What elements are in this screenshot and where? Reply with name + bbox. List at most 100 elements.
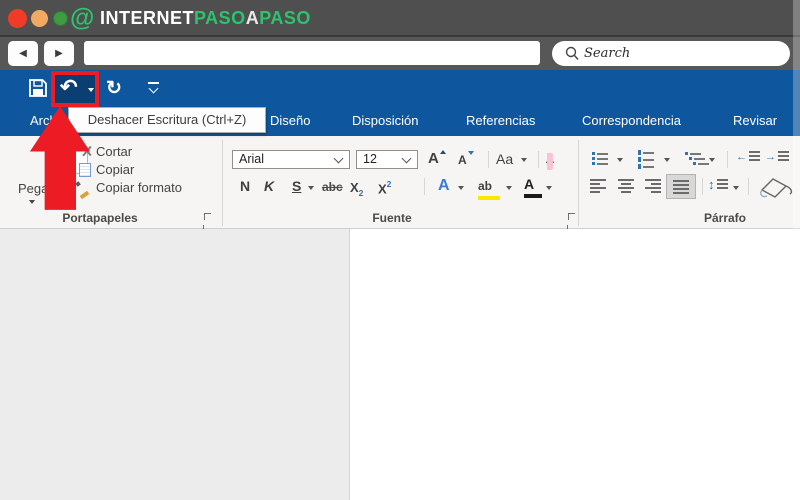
increase-indent-icon: → xyxy=(765,150,776,163)
line-spacing-icon: ↕ xyxy=(708,177,715,192)
highlight-button[interactable]: ab xyxy=(478,177,500,200)
indent-lines xyxy=(778,151,789,163)
redo-icon[interactable]: ↻ xyxy=(106,76,122,102)
grow-font-button[interactable]: A xyxy=(428,150,439,167)
search-placeholder: Search xyxy=(584,46,631,61)
superscript-button[interactable]: X2 xyxy=(378,179,391,198)
small-divider xyxy=(748,178,749,195)
font-size-combo[interactable]: 12 xyxy=(356,150,418,169)
subscript-x: X xyxy=(350,180,359,195)
font-color-button[interactable]: A xyxy=(524,176,542,198)
search-field[interactable]: Search xyxy=(552,41,790,66)
small-divider xyxy=(538,151,539,168)
format-painter-label[interactable]: Copiar formato xyxy=(96,180,182,195)
align-right-icon[interactable] xyxy=(645,179,661,195)
highlight-caret-icon[interactable] xyxy=(506,186,512,190)
increase-indent-button[interactable]: → xyxy=(765,151,789,163)
font-color-caret-icon[interactable] xyxy=(546,186,552,190)
line-spacing-caret-icon[interactable] xyxy=(733,186,739,190)
text-effects-button[interactable]: A xyxy=(438,177,450,195)
tab-diseno[interactable]: Diseño xyxy=(270,106,310,136)
numbered-list-caret-icon[interactable] xyxy=(664,158,670,162)
clipboard-group-label: Portapapeles xyxy=(62,211,138,225)
font-group-label: Fuente xyxy=(372,211,412,225)
numbered-list-icon[interactable] xyxy=(638,150,654,171)
save-icon[interactable] xyxy=(27,77,49,99)
logo-word-paso2: PASO xyxy=(259,8,311,28)
search-icon xyxy=(565,46,579,60)
superscript-x: X xyxy=(378,181,387,197)
shrink-font-caret-icon xyxy=(468,151,474,155)
highlight-color-bar xyxy=(478,196,500,200)
tab-disposicion[interactable]: Disposición xyxy=(352,106,418,136)
group-divider xyxy=(222,140,223,226)
font-color-bar xyxy=(524,194,542,198)
align-center-icon[interactable] xyxy=(618,179,634,195)
group-divider xyxy=(578,140,579,226)
tab-referencias[interactable]: Referencias xyxy=(466,106,535,136)
font-color-letter: A xyxy=(524,176,535,192)
tab-correspondencia[interactable]: Correspondencia xyxy=(582,106,681,136)
document-page[interactable] xyxy=(350,229,800,500)
superscript-digit: 2 xyxy=(386,179,392,189)
cut-label[interactable]: Cortar xyxy=(96,144,132,159)
multilevel-list-icon[interactable] xyxy=(685,152,709,167)
paste-dropdown-caret[interactable] xyxy=(29,200,35,204)
line-spacing-lines xyxy=(716,178,728,191)
browser-title-bar: @ INTERNETPASOAPASO xyxy=(0,0,800,37)
indent-lines xyxy=(749,151,760,163)
text-effects-caret-icon[interactable] xyxy=(458,186,464,190)
shading-bucket-icon[interactable] xyxy=(758,175,800,199)
align-left-icon[interactable] xyxy=(590,179,606,195)
undo-tooltip: Deshacer Escritura (Ctrl+Z) xyxy=(68,107,266,133)
grow-font-caret-icon xyxy=(440,150,446,154)
decrease-indent-icon: ← xyxy=(736,150,747,163)
highlight-letters: ab xyxy=(478,179,493,193)
bullet-list-icon[interactable] xyxy=(592,152,608,167)
document-margin-area xyxy=(0,229,350,500)
justify-button-selected[interactable] xyxy=(666,174,696,199)
site-logo: INTERNETPASOAPASO xyxy=(100,0,311,37)
italic-button[interactable]: K xyxy=(264,178,274,194)
font-name-value: Arial xyxy=(239,152,265,166)
forward-button[interactable]: ▶ xyxy=(44,41,74,66)
undo-tooltip-text: Deshacer Escritura (Ctrl+Z) xyxy=(87,112,247,127)
window-close-dot[interactable] xyxy=(8,9,27,28)
font-name-combo[interactable]: Arial xyxy=(232,150,350,169)
underline-caret-icon[interactable] xyxy=(308,186,314,190)
highlight-rectangle xyxy=(51,71,99,107)
subscript-button[interactable]: X2 xyxy=(350,179,363,198)
logo-word-a: A xyxy=(245,8,260,28)
tab-revisar[interactable]: Revisar xyxy=(733,106,777,136)
multilevel-list-caret-icon[interactable] xyxy=(709,158,715,162)
change-case-button[interactable]: Aa xyxy=(496,151,513,167)
small-divider xyxy=(702,178,703,195)
logo-word-internet: INTERNET xyxy=(100,8,194,28)
window-zoom-dot[interactable] xyxy=(53,11,68,26)
window-minimize-dot[interactable] xyxy=(31,10,48,27)
strikethrough-button[interactable]: abc xyxy=(322,180,343,194)
decrease-indent-button[interactable]: ← xyxy=(736,151,760,163)
bullet-list-caret-icon[interactable] xyxy=(617,158,623,162)
customize-qat-icon[interactable] xyxy=(148,82,159,94)
paragraph-group-label: Párrafo xyxy=(703,211,747,225)
back-icon: ◀ xyxy=(19,48,27,59)
change-case-caret-icon[interactable] xyxy=(521,158,527,162)
logo-word-paso1: PASO xyxy=(194,8,246,28)
address-bar[interactable] xyxy=(84,41,540,65)
small-divider xyxy=(727,151,728,168)
underline-button[interactable]: S xyxy=(292,178,301,194)
subscript-digit: 2 xyxy=(358,188,364,199)
line-spacing-button[interactable]: ↕ xyxy=(708,178,728,191)
logo-at-icon: @ xyxy=(70,4,95,32)
screenshot-root: @ INTERNETPASOAPASO ◀ ▶ Search ↶ ↻ Archi… xyxy=(0,0,800,500)
forward-icon: ▶ xyxy=(55,48,63,59)
back-button[interactable]: ◀ xyxy=(8,41,38,66)
bold-button[interactable]: N xyxy=(240,178,250,194)
copy-icon[interactable] xyxy=(79,163,91,177)
small-divider xyxy=(424,178,425,195)
justify-icon xyxy=(673,180,689,196)
shrink-font-button[interactable]: A xyxy=(458,153,467,167)
small-divider xyxy=(488,151,489,168)
copy-label[interactable]: Copiar xyxy=(96,162,134,177)
